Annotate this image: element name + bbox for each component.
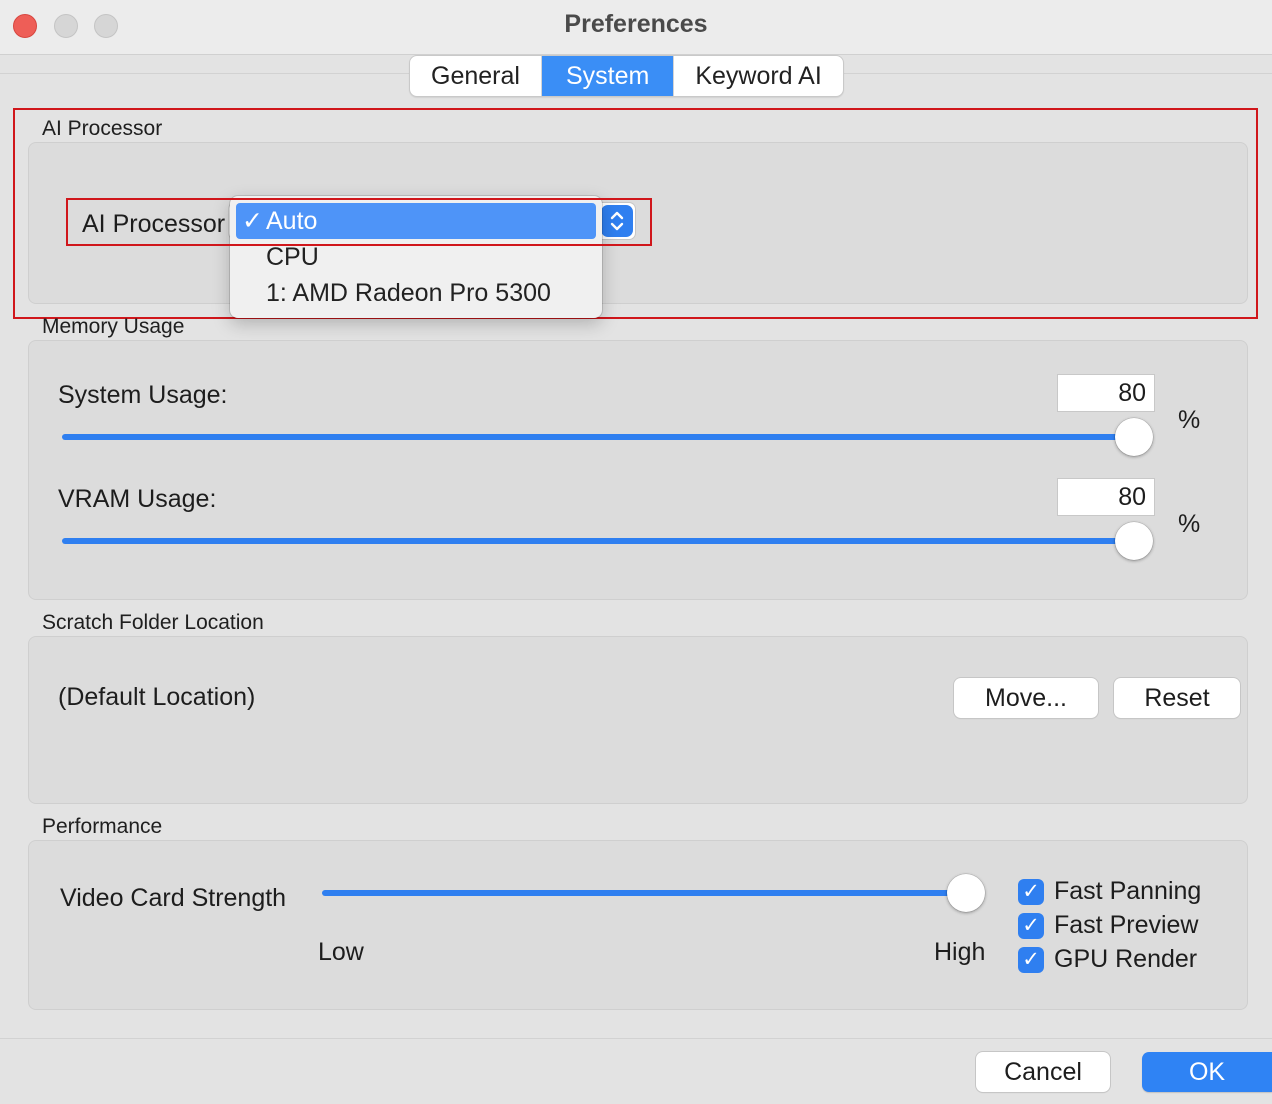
fast-preview-label: Fast Preview	[1054, 911, 1199, 939]
system-usage-slider-knob[interactable]	[1115, 418, 1153, 456]
vram-usage-unit: %	[1178, 510, 1201, 538]
ok-button[interactable]: OK	[1142, 1052, 1272, 1092]
ai-processor-field-highlight	[66, 198, 652, 246]
strength-high-label: High	[934, 938, 986, 966]
menu-item-label: 1: AMD Radeon Pro 5300	[266, 279, 551, 307]
strength-low-label: Low	[318, 938, 364, 966]
system-usage-label: System Usage:	[58, 381, 228, 409]
menu-item-amd-gpu[interactable]: 1: AMD Radeon Pro 5300	[236, 275, 596, 311]
vram-usage-label: VRAM Usage:	[58, 485, 217, 513]
checkbox-checked-icon[interactable]: ✓	[1018, 913, 1044, 939]
vram-usage-slider-knob[interactable]	[1115, 522, 1153, 560]
menu-item-label: CPU	[266, 243, 319, 271]
system-usage-unit: %	[1178, 406, 1201, 434]
cancel-button[interactable]: Cancel	[976, 1052, 1110, 1092]
scratch-group-label: Scratch Folder Location	[42, 611, 264, 634]
video-card-strength-label: Video Card Strength	[60, 884, 287, 912]
system-usage-field[interactable]: 80	[1057, 374, 1155, 412]
memory-group-label: Memory Usage	[42, 315, 185, 338]
preferences-tabs: General System Keyword AI	[409, 55, 844, 97]
vram-usage-field[interactable]: 80	[1057, 478, 1155, 516]
video-card-strength-slider-knob[interactable]	[947, 874, 985, 912]
tab-general[interactable]: General	[410, 56, 542, 96]
checkbox-checked-icon[interactable]: ✓	[1018, 879, 1044, 905]
scratch-location-text: (Default Location)	[58, 683, 256, 711]
move-button[interactable]: Move...	[954, 678, 1098, 718]
window-title: Preferences	[564, 10, 708, 38]
checkbox-checked-icon[interactable]: ✓	[1018, 947, 1044, 973]
tab-system[interactable]: System	[541, 56, 675, 96]
fast-panning-label: Fast Panning	[1054, 877, 1202, 905]
system-usage-slider-track[interactable]	[62, 434, 1134, 440]
tab-keyword-ai[interactable]: Keyword AI	[674, 56, 842, 96]
reset-button[interactable]: Reset	[1114, 678, 1240, 718]
video-card-strength-slider-track[interactable]	[322, 890, 966, 896]
footer-divider	[0, 1038, 1272, 1039]
scratch-group	[28, 636, 1248, 804]
performance-group-label: Performance	[42, 815, 163, 838]
vram-usage-slider-track[interactable]	[62, 538, 1134, 544]
gpu-render-label: GPU Render	[1054, 945, 1198, 973]
